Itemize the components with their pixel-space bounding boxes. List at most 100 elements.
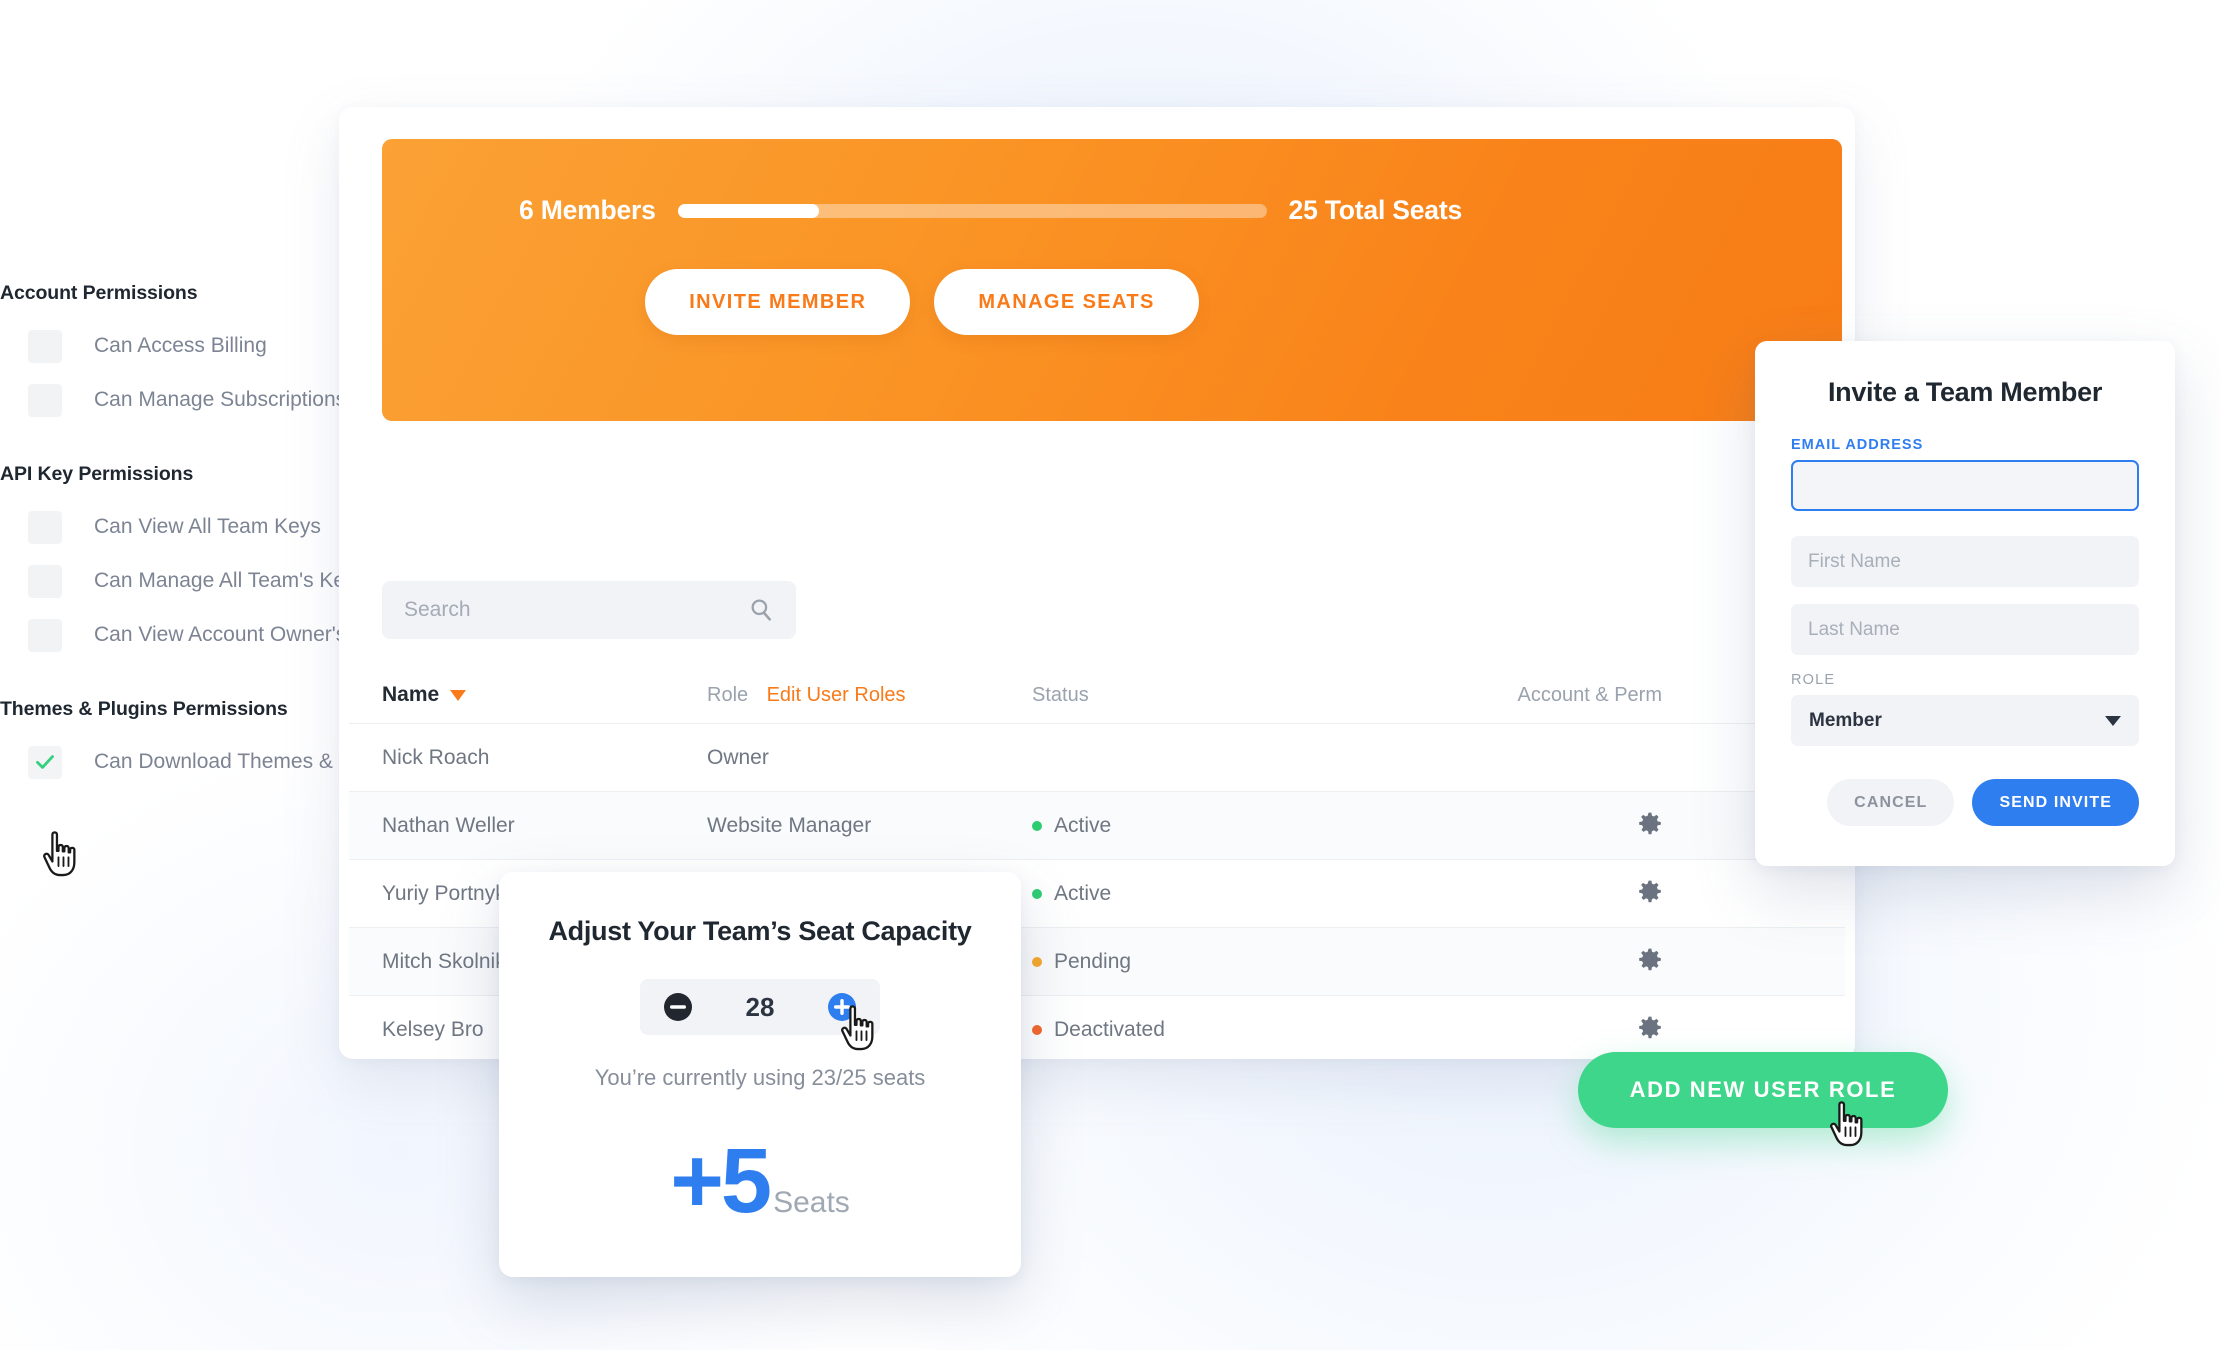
column-header-status: Status: [1032, 683, 1089, 706]
column-header-role-label: Role: [707, 683, 749, 706]
permission-group-title: Themes & Plugins Permissions: [0, 698, 288, 720]
invite-team-member-modal: Invite a Team Member EMAIL ADDRESS ROLE …: [1755, 341, 2175, 866]
table-row[interactable]: Nick Roach Owner: [349, 723, 1845, 791]
checkbox-can-download-themes-plugins[interactable]: [28, 745, 62, 779]
hero-actions: INVITE MEMBER MANAGE SEATS: [382, 269, 1462, 335]
seat-capacity-title: Adjust Your Team’s Seat Capacity: [548, 916, 972, 946]
checkbox-can-manage-all-teams-keys[interactable]: [28, 564, 62, 598]
seat-meter: 6 Members 25 Total Seats: [382, 195, 1462, 226]
email-field-group: EMAIL ADDRESS: [1791, 437, 2139, 511]
permission-row[interactable]: Can Download Themes & Plug: [0, 735, 381, 789]
cell-status: Active: [1032, 882, 1362, 906]
gear-icon[interactable]: [1638, 879, 1662, 903]
table-header-row: Name Role Edit User Roles Status Account…: [349, 667, 1845, 723]
role-field-group: ROLE Member: [1791, 672, 2139, 746]
cell-status: Pending: [1032, 950, 1362, 974]
permission-row[interactable]: Can Manage Subscriptions: [0, 373, 346, 427]
cell-name: Nick Roach: [382, 745, 490, 769]
permission-label: Can Access Billing: [94, 334, 267, 357]
seat-delta-number: +5: [670, 1130, 772, 1232]
seat-count-stepper: 28: [640, 979, 880, 1035]
cancel-button[interactable]: CANCEL: [1827, 779, 1955, 826]
search-input[interactable]: [404, 598, 748, 622]
search-icon[interactable]: [748, 597, 774, 623]
role-field-label: ROLE: [1791, 672, 1836, 688]
permission-label: Can Manage Subscriptions: [94, 388, 347, 411]
edit-user-roles-link[interactable]: Edit User Roles: [767, 684, 906, 706]
hand-cursor-icon: [43, 831, 76, 877]
status-label: Deactivated: [1054, 1017, 1165, 1041]
table-row[interactable]: Nathan Weller Website Manager Active: [349, 791, 1845, 859]
status-label: Pending: [1054, 949, 1132, 973]
column-header-role: Role Edit User Roles: [707, 684, 1032, 707]
column-header-name-label: Name: [382, 683, 440, 706]
seat-summary-hero: 6 Members 25 Total Seats INVITE MEMBER M…: [382, 139, 1842, 421]
checkmark-icon: [36, 755, 54, 769]
checkbox-can-view-all-team-keys[interactable]: [28, 510, 62, 544]
cell-status: Deactivated: [1032, 1018, 1362, 1042]
permission-row[interactable]: Can View Account Owner's K: [0, 608, 366, 662]
gear-icon[interactable]: [1638, 947, 1662, 971]
seat-delta-word: Seats: [773, 1186, 850, 1219]
members-count-label: 6 Members: [519, 195, 656, 225]
first-name-field[interactable]: [1791, 536, 2139, 587]
checkbox-can-manage-subscriptions[interactable]: [28, 383, 62, 417]
permission-label: Can Download Themes & Plug: [94, 750, 381, 773]
permissions-panel: Account Permissions Can Access Billing C…: [0, 282, 381, 789]
seat-usage-text: You’re currently using 23/25 seats: [594, 1065, 926, 1090]
role-selected-value: Member: [1809, 709, 1882, 731]
chevron-down-icon[interactable]: [2105, 715, 2121, 726]
status-dot: [1032, 1024, 1042, 1035]
total-seats-label: 25 Total Seats: [1288, 195, 1463, 225]
permission-label: Can Manage All Team's Keys: [94, 569, 367, 592]
minus-circle-icon[interactable]: [662, 991, 694, 1023]
permission-row[interactable]: Can Manage All Team's Keys: [0, 554, 366, 608]
first-name-field-group: [1791, 536, 2139, 587]
column-header-account-permissions: Account & Perm: [1517, 683, 1662, 706]
permission-group-themes-plugins: Themes & Plugins Permissions Can Downloa…: [0, 698, 381, 789]
cell-name: Nathan Weller: [382, 813, 515, 837]
email-field[interactable]: [1791, 460, 2139, 511]
cell-account: [1362, 947, 1662, 976]
invite-member-button[interactable]: INVITE MEMBER: [645, 269, 911, 335]
status-dot: [1032, 888, 1042, 899]
last-name-field[interactable]: [1791, 604, 2139, 655]
send-invite-button[interactable]: SEND INVITE: [1972, 779, 2139, 826]
permission-row[interactable]: Can Access Billing: [0, 319, 340, 373]
permission-group-account: Account Permissions Can Access Billing C…: [0, 282, 346, 427]
status-dot: [1032, 956, 1042, 967]
status-label: Active: [1054, 881, 1112, 905]
cell-account: [1362, 811, 1662, 840]
cell-role: Owner: [707, 745, 769, 769]
last-name-field-group: [1791, 604, 2139, 655]
email-field-label: EMAIL ADDRESS: [1791, 437, 1924, 453]
seat-progress-track: [677, 203, 1267, 218]
checkbox-can-view-account-owners-keys[interactable]: [28, 618, 62, 652]
status-dot: [1032, 820, 1042, 831]
seat-count-value: 28: [745, 991, 775, 1022]
cell-role: Website Manager: [707, 813, 872, 837]
search-box[interactable]: [382, 581, 796, 639]
permission-group-title: Account Permissions: [0, 282, 198, 304]
gear-icon[interactable]: [1638, 1015, 1662, 1039]
manage-seats-button[interactable]: MANAGE SEATS: [934, 269, 1199, 335]
seat-progress-fill: [677, 203, 819, 218]
add-new-user-role-button[interactable]: ADD NEW USER ROLE: [1578, 1052, 1948, 1128]
cell-account: [1362, 1015, 1662, 1044]
checkbox-can-access-billing[interactable]: [28, 329, 62, 363]
invite-modal-actions: CANCEL SEND INVITE: [1791, 779, 2139, 826]
permission-row[interactable]: Can View All Team Keys: [0, 500, 340, 554]
seat-delta: +5 Seats: [499, 1135, 1021, 1227]
cell-status: Active: [1032, 814, 1362, 838]
gear-icon[interactable]: [1638, 811, 1662, 835]
column-header-name[interactable]: Name: [382, 683, 707, 707]
permission-label: Can View All Team Keys: [94, 515, 321, 538]
plus-circle-icon[interactable]: [826, 991, 858, 1023]
permission-label: Can View Account Owner's K: [94, 623, 367, 646]
role-select[interactable]: Member: [1791, 695, 2139, 746]
permission-group-title: API Key Permissions: [0, 463, 194, 485]
invite-modal-title: Invite a Team Member: [1827, 377, 2103, 407]
sort-descending-icon[interactable]: [450, 689, 467, 701]
